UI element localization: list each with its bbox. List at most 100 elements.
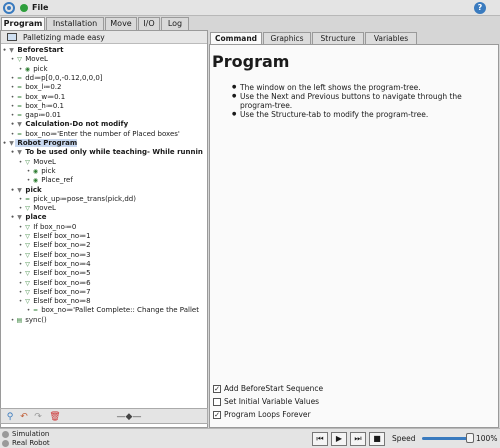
triangle-down-icon: ▼ <box>9 47 14 54</box>
checkbox-box[interactable]: ✓ <box>213 411 221 419</box>
help-list: The window on the left shows the program… <box>232 83 492 119</box>
previous-button[interactable]: ⏮ <box>312 432 328 446</box>
tree-node[interactable]: • ═ box_h≔0.1 <box>9 102 64 111</box>
program-tree[interactable]: • ▼ BeforeStart • ▽ MoveL • ◉ pick • ═ dd≔p[0,0… <box>1 45 207 425</box>
checkbox-box[interactable]: ✓ <box>213 385 221 393</box>
redo-icon[interactable]: ↷ <box>32 411 44 423</box>
set-initial-values-checkbox[interactable]: Set Initial Variable Values <box>213 396 323 409</box>
tree-connector-icon: • <box>10 74 15 82</box>
tree-connector-icon: • <box>10 102 15 110</box>
tree-node-label: ElseIf box_no≔1 <box>31 232 91 240</box>
tree-connector-icon: • <box>2 140 7 147</box>
radio-icon[interactable] <box>2 430 9 438</box>
tree-node[interactable]: • ═ dd≔p[0,0,-0.12,0,0,0] <box>9 74 103 83</box>
tree-connector-icon: • <box>10 214 15 222</box>
tree-node[interactable]: • ▼ place <box>9 213 47 222</box>
assignment-icon: ═ <box>17 74 22 82</box>
waypoint-icon: ◉ <box>32 167 39 175</box>
tree-connector-icon: • <box>10 56 15 64</box>
tree-connector-icon: • <box>10 84 15 92</box>
tree-node[interactable]: • ═ box_no≔'Enter the number of Placed bo… <box>9 130 180 139</box>
tree-node[interactable]: • ═ box_l≔0.2 <box>9 83 62 92</box>
tree-node-label: sync() <box>23 315 47 324</box>
tree-node[interactable]: • ▽ ElseIf box_no≔6 <box>17 279 91 288</box>
tree-node[interactable]: • ▽ MoveL <box>17 158 56 167</box>
tab-structure[interactable]: Structure <box>312 32 364 44</box>
tree-node[interactable]: • ▤ sync() <box>9 316 47 325</box>
tree-node[interactable]: • ═ box_no≔'Pallet Complete:: Change the … <box>25 306 199 315</box>
tree-node-label: ElseIf box_no≔3 <box>31 250 91 259</box>
tree-connector-icon: • <box>26 167 31 175</box>
speed-slider-handle[interactable] <box>466 433 474 443</box>
speed-label: Speed <box>392 434 416 443</box>
tree-node-label: box_no≔'Pallet Complete:: Change the Pal… <box>39 306 199 315</box>
mode-label: Real Robot <box>12 439 50 447</box>
tree-connector-icon: • <box>18 279 23 287</box>
tree-node-label: To be used only while teaching- While ru… <box>23 148 203 157</box>
tree-node[interactable]: • ▽ ElseIf box_no≔8 <box>17 297 91 306</box>
tree-node[interactable]: • ▽ ElseIf box_no≔7 <box>17 288 91 297</box>
tree-connector-icon: • <box>18 223 23 231</box>
tab-installation[interactable]: Installation <box>46 17 104 30</box>
help-icon[interactable]: ? <box>474 2 486 14</box>
tree-node[interactable]: • ▼ BeforeStart <box>1 46 64 55</box>
tree-node[interactable]: • ▼ Calculation-Do not modify <box>9 120 129 129</box>
tab-command[interactable]: Command <box>210 32 262 44</box>
tree-node-label: ElseIf box_no≔5 <box>31 269 91 278</box>
tree-node[interactable]: • ▽ MoveL <box>9 55 48 64</box>
tab-move[interactable]: Move <box>105 17 137 30</box>
tree-node[interactable]: • ▼ To be used only while teaching- While… <box>9 148 203 157</box>
checkbox-label: Add BeforeStart Sequence <box>224 384 324 393</box>
script-icon: ▤ <box>16 316 23 324</box>
radio-icon[interactable] <box>2 439 9 447</box>
program-file-icon <box>7 33 17 41</box>
tab-graphics[interactable]: Graphics <box>263 32 311 44</box>
tab-program[interactable]: Program <box>1 17 45 30</box>
tree-node[interactable]: • ▽ ElseIf box_no≔1 <box>17 232 91 241</box>
triangle-down-icon: ▼ <box>17 121 22 129</box>
tree-node[interactable]: • ═ box_w≔0.1 <box>9 93 66 102</box>
step-navigation-icon[interactable]: —◆— <box>109 411 149 423</box>
search-icon[interactable]: ⚲ <box>4 411 16 423</box>
mode-real-robot[interactable]: Real Robot <box>2 439 50 448</box>
tree-node-label: ElseIf box_no≔6 <box>31 278 91 287</box>
speed-slider[interactable] <box>422 437 472 440</box>
status-bar: Simulation Real Robot ⏮ ▶ ⏭ ■ Speed 100% <box>0 428 500 448</box>
tree-node[interactable]: • ▽ ElseIf box_no≔3 <box>17 251 91 260</box>
undo-icon[interactable]: ↶ <box>18 411 30 423</box>
tree-node-label: pick <box>39 166 56 175</box>
tree-node[interactable]: • ▽ ElseIf box_no≔2 <box>17 241 91 250</box>
tree-connector-icon: • <box>18 251 23 259</box>
add-beforestart-checkbox[interactable]: ✓ Add BeforeStart Sequence <box>213 383 323 396</box>
stop-button[interactable]: ■ <box>369 432 385 446</box>
tree-node[interactable]: • ═ pick_up≔pose_trans(pick,dd) <box>17 195 136 204</box>
tree-node[interactable]: • ▽ ElseIf box_no≔5 <box>17 269 91 278</box>
checkbox-box[interactable] <box>213 398 221 406</box>
play-button[interactable]: ▶ <box>331 432 347 446</box>
tree-node-label: pick <box>31 64 48 73</box>
tree-node[interactable]: • ▽ MoveL <box>17 204 56 213</box>
tree-connector-icon: • <box>26 307 31 315</box>
tree-node[interactable]: • ◉ pick <box>17 65 48 74</box>
loop-forever-checkbox[interactable]: ✓ Program Loops Forever <box>213 409 323 422</box>
tree-node[interactable]: • ▼ Robot Program <box>1 139 78 148</box>
tab-io[interactable]: I/O <box>138 17 160 30</box>
if-icon: ▽ <box>25 223 30 231</box>
tab-log[interactable]: Log <box>161 17 189 30</box>
tree-connector-icon: • <box>18 270 23 278</box>
next-button[interactable]: ⏭ <box>350 432 366 446</box>
tree-node[interactable]: • ◉ Place_ref <box>25 176 73 185</box>
tree-node[interactable]: • ▽ ElseIf box_no≔4 <box>17 260 91 269</box>
tree-node[interactable]: • ◉ pick <box>25 167 56 176</box>
tree-connector-icon: • <box>26 177 31 185</box>
tree-node[interactable]: • ▽ If box_no≔0 <box>17 223 77 232</box>
tree-connector-icon: • <box>18 65 23 73</box>
assignment-icon: ═ <box>33 307 38 315</box>
assignment-icon: ═ <box>17 93 22 101</box>
delete-icon[interactable]: 🗑 <box>49 411 61 423</box>
tab-variables[interactable]: Variables <box>365 32 417 44</box>
tree-node[interactable]: • ═ gap≔0.01 <box>9 111 61 120</box>
mode-simulation[interactable]: Simulation <box>2 430 49 439</box>
tree-node[interactable]: • ▼ pick <box>9 186 42 195</box>
file-menu[interactable]: File <box>32 3 48 12</box>
